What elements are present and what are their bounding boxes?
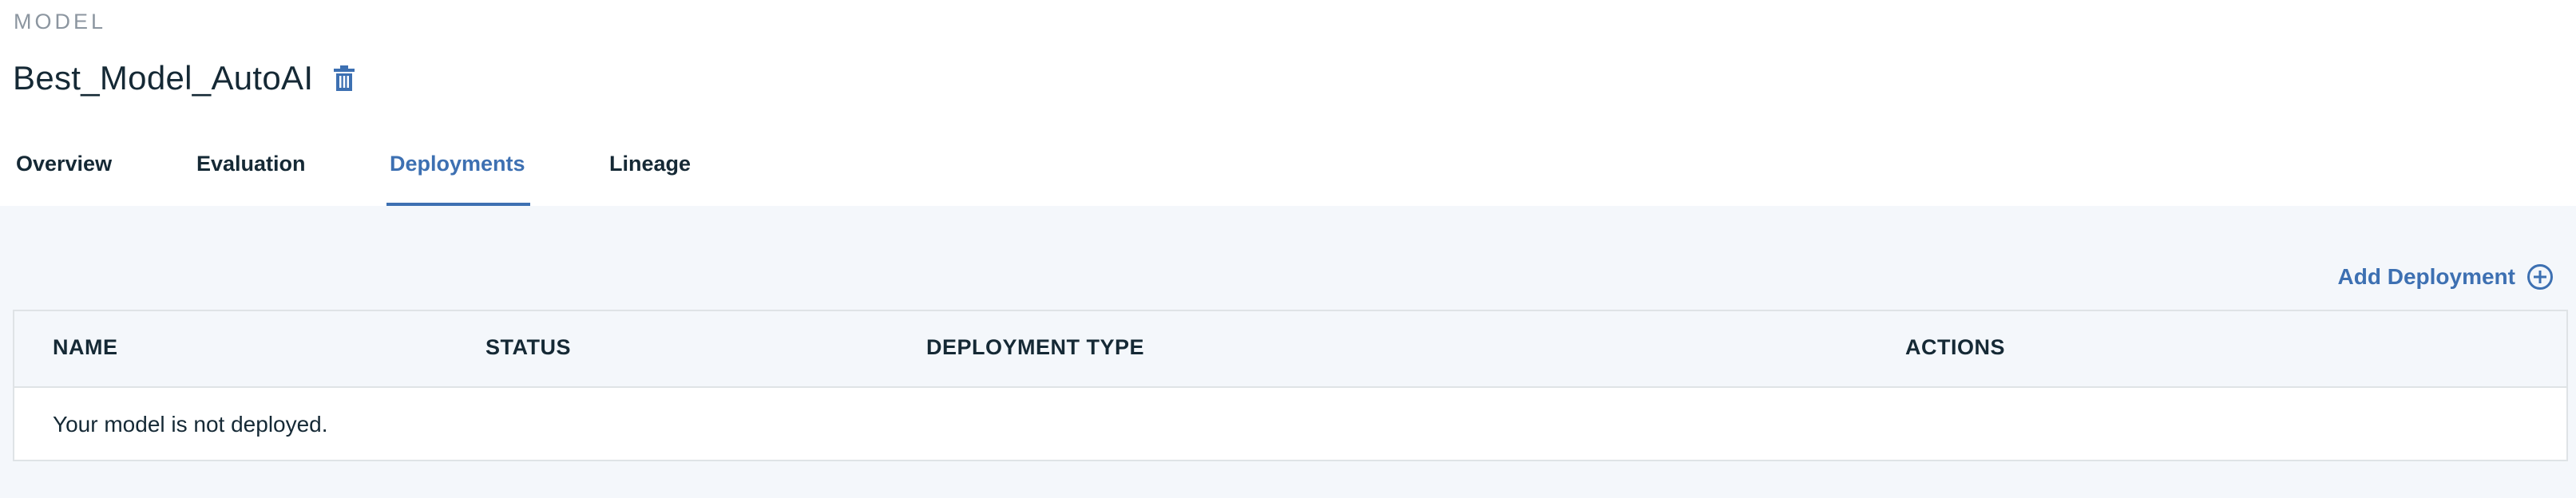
model-header: MODEL Best_Model_AutoAI Overview Evaluat… (0, 0, 2576, 206)
table-header: NAME STATUS DEPLOYMENT TYPE ACTIONS (14, 311, 2566, 388)
empty-state-message: Your model is not deployed. (53, 412, 328, 437)
column-header-actions: ACTIONS (1905, 335, 2005, 359)
add-deployment-label: Add Deployment (2337, 264, 2515, 289)
deployments-panel: Add Deployment NAME STATUS DEPLOYMENT TY… (0, 206, 2576, 498)
page: MODEL Best_Model_AutoAI Overview Evaluat… (0, 0, 2576, 498)
deployments-table: NAME STATUS DEPLOYMENT TYPE ACTIONS Your… (13, 310, 2568, 461)
tab-overview[interactable]: Overview (16, 152, 112, 176)
trash-icon[interactable] (332, 65, 356, 92)
tab-lineage[interactable]: Lineage (609, 152, 691, 176)
add-deployment-button[interactable]: Add Deployment (2338, 263, 2554, 290)
column-header-deployment-type[interactable]: DEPLOYMENT TYPE (926, 335, 1144, 360)
column-header-status[interactable]: STATUS (485, 335, 571, 360)
add-circle-icon (2527, 264, 2553, 290)
tab-evaluation[interactable]: Evaluation (196, 152, 306, 176)
title-row: Best_Model_AutoAI (13, 56, 356, 101)
page-title: Best_Model_AutoAI (13, 59, 314, 97)
tab-deployments[interactable]: Deployments (390, 152, 525, 176)
column-header-name[interactable]: NAME (53, 335, 118, 360)
page-eyebrow: MODEL (14, 10, 107, 34)
